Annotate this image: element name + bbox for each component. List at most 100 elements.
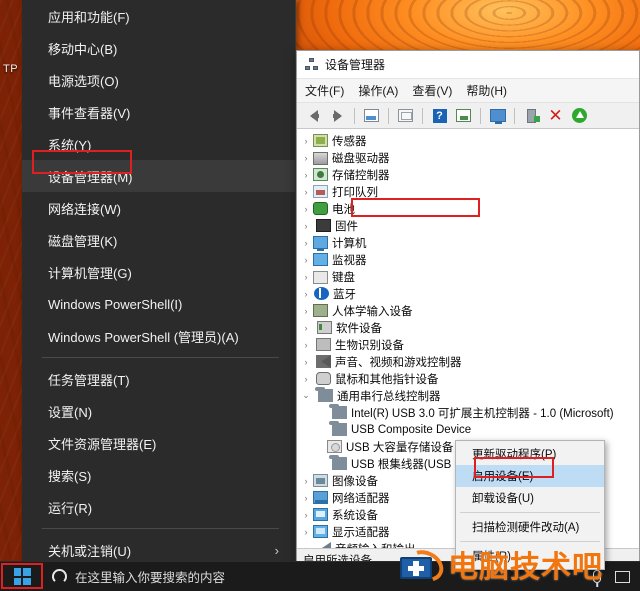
chevron-right-icon[interactable]: › — [299, 238, 313, 248]
keyboard-icon — [313, 271, 328, 284]
context-menu-separator — [460, 541, 600, 542]
tree-node-11[interactable]: › 软件设备 — [297, 319, 639, 336]
chevron-right-icon[interactable]: › — [299, 170, 313, 180]
tree-node-10[interactable]: › 人体学输入设备 — [297, 302, 639, 319]
menu-0[interactable]: 文件(F) — [305, 82, 344, 99]
winx-item-13[interactable]: 设置(N) — [22, 395, 295, 427]
tree-node-8[interactable]: › 键盘 — [297, 268, 639, 285]
winx-item-18[interactable]: 关机或注销(U) › — [22, 534, 295, 562]
chevron-right-icon[interactable]: › — [299, 510, 313, 520]
context-menu-item-2[interactable]: 卸载设备(U) — [456, 487, 604, 509]
mouse-icon — [316, 372, 331, 385]
tree-node-label: 鼠标和其他指针设备 — [335, 373, 439, 386]
tree-node-16[interactable]: Intel(R) USB 3.0 可扩展主机控制器 - 1.0 (Microso… — [297, 404, 639, 421]
chevron-right-icon[interactable]: › — [299, 323, 313, 333]
chevron-right-icon[interactable]: › — [299, 136, 313, 146]
forward-button[interactable] — [327, 105, 348, 126]
tree-node-7[interactable]: › 监视器 — [297, 251, 639, 268]
back-button[interactable] — [303, 105, 324, 126]
winx-item-label: 网络连接(W) — [48, 201, 121, 217]
winx-item-3[interactable]: 事件查看器(V) — [22, 96, 295, 128]
device-manager-titlebar: 设备管理器 — [297, 51, 639, 79]
winx-item-label: 设备管理器(M) — [48, 169, 133, 185]
search-input[interactable]: 在这里输入你要搜索的内容 — [75, 567, 225, 586]
show-hidden-devices-button[interactable] — [487, 105, 508, 126]
winx-item-4[interactable]: 系统(Y) — [22, 128, 295, 160]
tree-node-3[interactable]: › 打印队列 — [297, 183, 639, 200]
winx-item-1[interactable]: 移动中心(B) — [22, 32, 295, 64]
wallpaper-canyon-rings — [296, 0, 640, 52]
start-button[interactable] — [0, 562, 44, 591]
context-menu-item-1[interactable]: 启用设备(E) — [456, 465, 604, 487]
tree-node-label: 软件设备 — [336, 322, 382, 335]
winx-item-label: Windows PowerShell (管理员)(A) — [48, 329, 239, 345]
winx-item-7[interactable]: 磁盘管理(K) — [22, 224, 295, 256]
winx-item-14[interactable]: 文件资源管理器(E) — [22, 427, 295, 459]
winx-separator — [42, 528, 279, 529]
tree-node-17[interactable]: USB Composite Device — [297, 421, 639, 438]
enable-device-button[interactable] — [569, 105, 590, 126]
winx-item-label: 移动中心(B) — [48, 41, 118, 57]
site-watermark: 电脑技术吧 — [398, 544, 603, 588]
task-view-icon[interactable] — [615, 570, 630, 583]
chevron-right-icon[interactable]: › — [299, 374, 313, 384]
chevron-right-icon[interactable]: › — [299, 527, 313, 537]
chevron-down-icon[interactable]: ⌄ — [299, 390, 313, 401]
tree-node-label: 传感器 — [332, 135, 367, 148]
menu-2[interactable]: 查看(V) — [412, 82, 452, 99]
tree-node-label: 固件 — [335, 220, 358, 233]
chevron-right-icon[interactable]: › — [299, 306, 313, 316]
tree-node-0[interactable]: › 传感器 — [297, 132, 639, 149]
usb-icon — [329, 421, 347, 436]
chevron-right-icon[interactable]: › — [299, 221, 313, 231]
tree-node-label: 通用串行总线控制器 — [337, 390, 441, 403]
cortana-ring-icon[interactable] — [52, 569, 67, 584]
properties-button[interactable] — [361, 105, 382, 126]
winx-item-15[interactable]: 搜索(S) — [22, 459, 295, 491]
chevron-right-icon[interactable]: › — [299, 357, 313, 367]
device-manager-menubar: 文件(F) 操作(A) 查看(V) 帮助(H) — [297, 79, 639, 103]
tree-node-5[interactable]: › 固件 — [297, 217, 639, 234]
winx-item-0[interactable]: 应用和功能(F) — [22, 0, 295, 32]
chevron-right-icon[interactable]: › — [299, 153, 313, 163]
chevron-right-icon[interactable]: › — [299, 289, 313, 299]
tree-node-6[interactable]: › 计算机 — [297, 234, 639, 251]
tree-node-9[interactable]: › 蓝牙 — [297, 285, 639, 302]
tree-node-13[interactable]: › 声音、视频和游戏控制器 — [297, 353, 639, 370]
winx-item-6[interactable]: 网络连接(W) — [22, 192, 295, 224]
tree-node-4[interactable]: › 电池 — [297, 200, 639, 217]
winx-item-9[interactable]: Windows PowerShell(I) — [22, 288, 295, 320]
tree-node-2[interactable]: › 存储控制器 — [297, 166, 639, 183]
context-menu-item-4[interactable]: 扫描检测硬件改动(A) — [456, 516, 604, 538]
context-menu-item-label: 启用设备(E) — [472, 471, 534, 483]
tree-node-1[interactable]: › 磁盘驱动器 — [297, 149, 639, 166]
chevron-right-icon[interactable]: › — [299, 493, 313, 503]
help-button[interactable]: ? — [429, 105, 450, 126]
disable-device-button[interactable]: ✕ — [545, 105, 566, 126]
tree-node-15[interactable]: ⌄ 通用串行总线控制器 — [297, 387, 639, 404]
chevron-right-icon[interactable]: › — [299, 476, 313, 486]
menu-3[interactable]: 帮助(H) — [466, 82, 507, 99]
tree-node-label: 系统设备 — [332, 509, 378, 522]
chevron-right-icon[interactable]: › — [299, 255, 313, 265]
winx-item-8[interactable]: 计算机管理(G) — [22, 256, 295, 288]
menu-1[interactable]: 操作(A) — [358, 82, 398, 99]
chevron-right-icon[interactable]: › — [299, 544, 313, 549]
chevron-right-icon[interactable]: › — [299, 272, 313, 282]
chevron-right-icon[interactable]: › — [299, 204, 313, 214]
winx-item-5[interactable]: 设备管理器(M) — [22, 160, 295, 192]
tree-node-14[interactable]: › 鼠标和其他指针设备 — [297, 370, 639, 387]
winx-item-16[interactable]: 运行(R) — [22, 491, 295, 523]
winx-item-10[interactable]: Windows PowerShell (管理员)(A) — [22, 320, 295, 352]
winx-item-2[interactable]: 电源选项(O) — [22, 64, 295, 96]
chevron-right-icon[interactable]: › — [299, 187, 313, 197]
context-menu-item-label: 扫描检测硬件改动(A) — [472, 522, 580, 534]
scan-hardware-button[interactable] — [395, 105, 416, 126]
update-driver-button[interactable] — [453, 105, 474, 126]
tree-node-12[interactable]: › 生物识别设备 — [297, 336, 639, 353]
chevron-right-icon[interactable]: › — [299, 340, 313, 350]
context-menu-item-0[interactable]: 更新驱动程序(P) — [456, 443, 604, 465]
uninstall-device-button[interactable] — [521, 105, 542, 126]
imaging-device-icon — [313, 474, 328, 487]
winx-item-12[interactable]: 任务管理器(T) — [22, 363, 295, 395]
